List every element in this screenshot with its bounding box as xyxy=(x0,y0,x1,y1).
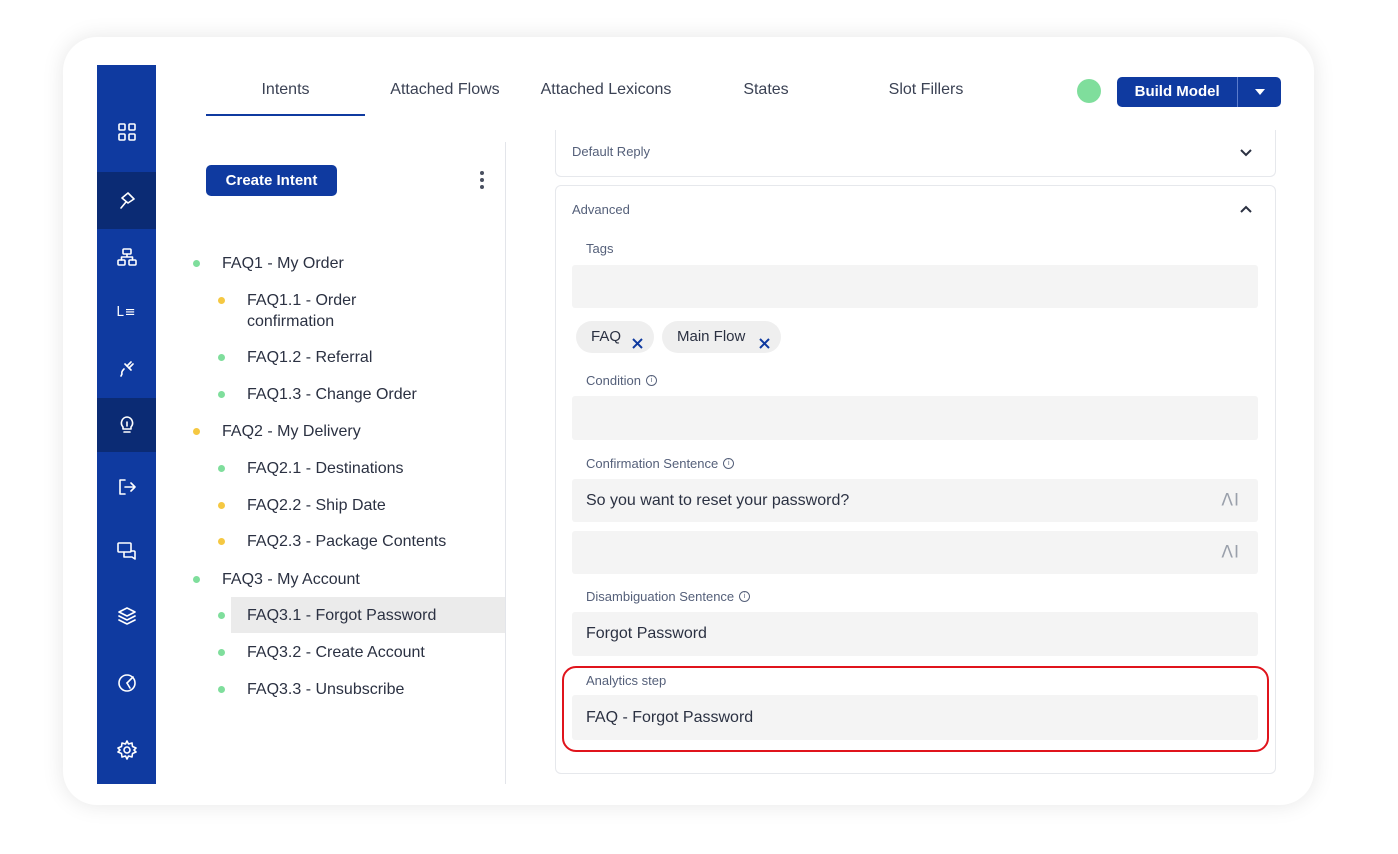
tags-input[interactable] xyxy=(572,265,1258,308)
tag-chip: FAQ xyxy=(576,321,654,353)
ai-assist-icon[interactable]: ΛI xyxy=(1221,479,1240,522)
condition-label: Condition i xyxy=(586,373,657,388)
settings-icon xyxy=(116,740,137,760)
status-dot xyxy=(218,465,225,472)
grid-icon xyxy=(117,123,136,141)
logout-icon xyxy=(118,479,136,495)
nav-layers[interactable] xyxy=(97,590,156,640)
tag-label: FAQ xyxy=(591,328,622,345)
intent-label: FAQ2.3 - Package Contents xyxy=(247,533,447,550)
caret-down-icon xyxy=(1254,89,1265,95)
model-status-indicator xyxy=(1077,79,1101,103)
intent-label: FAQ1.1 - Order confirmation xyxy=(247,292,357,330)
tab-attached-lexicons[interactable]: Attached Lexicons xyxy=(531,70,681,114)
confirmation-sentence-label: Confirmation Sentence i xyxy=(586,456,735,471)
info-icon[interactable]: i xyxy=(723,458,735,469)
tab-attached-flows[interactable]: Attached Flows xyxy=(378,70,512,114)
tab-states[interactable]: States xyxy=(716,70,816,114)
remove-tag-icon[interactable] xyxy=(631,330,644,349)
intent-label: FAQ2.1 - Destinations xyxy=(247,460,404,477)
status-dot xyxy=(218,354,225,361)
pin-icon xyxy=(119,191,135,209)
tag-chip: Main Flow xyxy=(662,321,781,353)
confirmation-sentence-input[interactable]: So you want to reset your password? ΛI xyxy=(572,479,1258,522)
nav-lexicons[interactable]: L≡ xyxy=(97,287,156,337)
analytics-step-input[interactable]: FAQ - Forgot Password xyxy=(572,695,1258,740)
default-reply-title: Default Reply xyxy=(572,144,651,159)
nav-dashboard[interactable] xyxy=(97,107,156,157)
nav-settings[interactable] xyxy=(97,725,156,775)
disambiguation-sentence-input[interactable]: Forgot Password xyxy=(572,612,1258,656)
chevron-down-icon[interactable] xyxy=(1238,144,1254,160)
intent-label: FAQ1.2 - Referral xyxy=(247,349,373,366)
create-intent-button[interactable]: Create Intent xyxy=(206,165,337,196)
ai-assist-icon[interactable]: ΛI xyxy=(1221,531,1240,574)
intent-label: FAQ3.2 - Create Account xyxy=(247,644,425,661)
info-icon[interactable]: i xyxy=(645,375,657,386)
intent-label: FAQ3.1 - Forgot Password xyxy=(247,607,437,624)
chat-icon xyxy=(116,542,136,560)
disambiguation-sentence-label: Disambiguation Sentence i xyxy=(586,589,751,604)
intent-label: FAQ1.3 - Change Order xyxy=(247,386,417,403)
status-dot xyxy=(218,538,225,545)
status-dot xyxy=(218,686,225,693)
analytics-icon xyxy=(117,674,136,692)
nav-conversations[interactable] xyxy=(97,526,156,576)
pane-divider xyxy=(505,142,506,784)
build-model-button[interactable]: Build Model xyxy=(1117,77,1237,107)
nav-integrations[interactable] xyxy=(97,343,156,393)
intent-label: FAQ1 - My Order xyxy=(222,255,344,272)
flow-icon xyxy=(116,248,137,266)
tags-label: Tags xyxy=(586,241,614,256)
intent-label: FAQ2.2 - Ship Date xyxy=(247,497,386,514)
nav-analytics[interactable] xyxy=(97,658,156,708)
confirmation-sentence-input[interactable]: ΛI xyxy=(572,531,1258,574)
more-options-icon[interactable] xyxy=(476,169,488,191)
layers-icon xyxy=(117,607,136,625)
build-options-dropdown[interactable] xyxy=(1237,77,1281,107)
default-reply-section[interactable] xyxy=(555,130,1276,177)
plug-icon xyxy=(119,361,134,377)
nav-intents[interactable] xyxy=(97,172,156,229)
tab-slot-fillers[interactable]: Slot Fillers xyxy=(871,70,981,114)
status-dot xyxy=(193,576,200,583)
lexicon-icon: L≡ xyxy=(116,304,137,320)
nav-insights[interactable] xyxy=(97,398,156,452)
condition-input[interactable] xyxy=(572,396,1258,440)
analytics-step-label: Analytics step xyxy=(586,673,667,688)
status-dot xyxy=(218,502,225,509)
info-icon[interactable]: i xyxy=(739,591,751,602)
advanced-title: Advanced xyxy=(572,202,630,217)
chevron-up-icon[interactable] xyxy=(1238,201,1254,217)
bulb-icon xyxy=(120,416,133,433)
remove-tag-icon[interactable] xyxy=(758,330,771,349)
intent-label: FAQ3 - My Account xyxy=(222,571,360,588)
status-dot xyxy=(193,260,200,267)
nav-export[interactable] xyxy=(97,462,156,512)
status-dot xyxy=(193,428,200,435)
status-dot xyxy=(218,649,225,656)
intent-label: FAQ3.3 - Unsubscribe xyxy=(247,681,405,698)
tab-intents[interactable]: Intents xyxy=(206,70,365,116)
status-dot xyxy=(218,391,225,398)
build-model-split-button: Build Model xyxy=(1117,77,1281,107)
intent-label: FAQ2 - My Delivery xyxy=(222,423,361,440)
status-dot xyxy=(218,297,225,304)
tag-label: Main Flow xyxy=(677,328,746,345)
confirmation-sentence-text: So you want to reset your password? xyxy=(586,492,850,509)
status-dot xyxy=(218,612,225,619)
nav-rail: L≡ xyxy=(97,65,156,784)
nav-flows[interactable] xyxy=(97,232,156,282)
